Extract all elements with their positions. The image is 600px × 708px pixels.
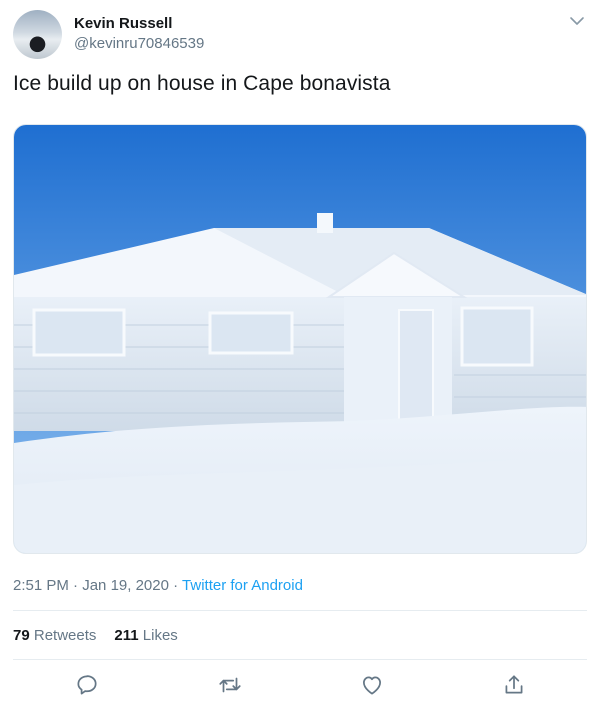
tweet-text: Ice build up on house in Cape bonavista (13, 72, 391, 95)
likes-stat[interactable]: 211 Likes (114, 627, 177, 644)
tweet-date[interactable]: Jan 19, 2020 (82, 577, 169, 594)
avatar[interactable] (13, 10, 62, 59)
chevron-down-icon[interactable] (567, 11, 587, 31)
tweet-time[interactable]: 2:51 PM (13, 577, 69, 594)
divider (13, 610, 587, 611)
share-icon[interactable] (501, 672, 527, 698)
retweets-label: Retweets (33, 627, 97, 644)
divider (13, 659, 587, 660)
likes-label: Likes (142, 627, 178, 644)
heart-icon[interactable] (359, 672, 385, 698)
tweet-photo[interactable] (13, 124, 587, 554)
action-bar (0, 672, 600, 700)
reply-icon[interactable] (74, 672, 100, 698)
retweets-stat[interactable]: 79 Retweets (13, 627, 96, 644)
tweet-metadata: 2:51 PM · Jan 19, 2020 · Twitter for And… (13, 577, 303, 594)
author-handle[interactable]: @kevinru70846539 (74, 35, 204, 52)
retweets-count: 79 (13, 627, 30, 644)
retweet-icon[interactable] (217, 672, 243, 698)
tweet-source-link[interactable]: Twitter for Android (182, 577, 303, 594)
tweet-stats: 79 Retweets 211 Likes (13, 627, 178, 644)
meta-separator: · (68, 577, 83, 594)
author-name[interactable]: Kevin Russell (74, 15, 172, 32)
snow-house-image (14, 125, 586, 553)
meta-separator: · (168, 577, 183, 594)
likes-count: 211 (114, 627, 139, 644)
